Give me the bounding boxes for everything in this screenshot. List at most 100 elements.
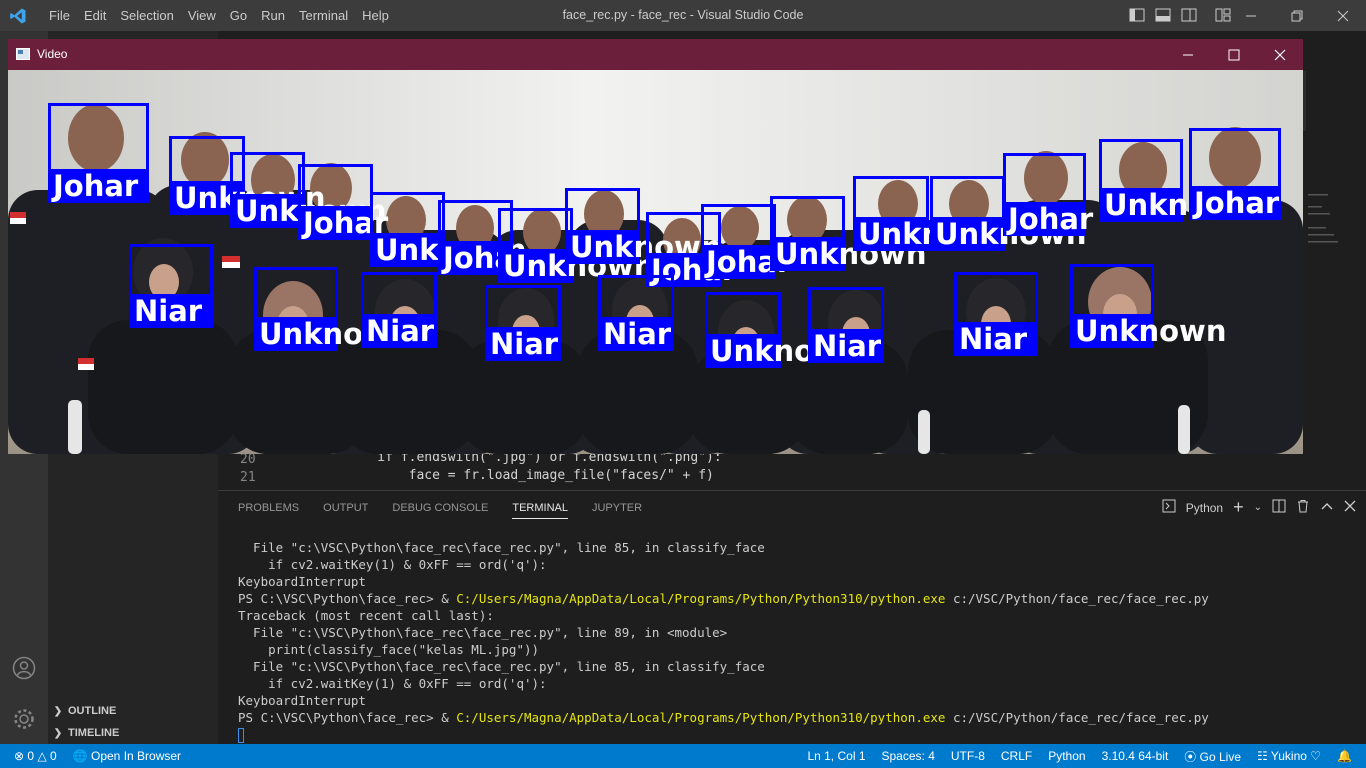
terminal-line: File "c:\VSC\Python\face_rec\face_rec.py…	[238, 539, 1358, 556]
face-box: Unknown	[1070, 264, 1227, 348]
panel-actions: Python + ⌄	[1162, 497, 1356, 518]
menu-help[interactable]: Help	[355, 8, 396, 23]
status-right: Ln 1, Col 1 Spaces: 4 UTF-8 CRLF Python …	[807, 744, 1352, 768]
outline-section[interactable]: ❯ OUTLINE	[48, 700, 218, 722]
status-bar: ⊗ 0 △ 0 🌐 Open In Browser Ln 1, Col 1 Sp…	[0, 744, 1366, 768]
encoding[interactable]: UTF-8	[951, 749, 985, 763]
tab-output[interactable]: OUTPUT	[323, 502, 368, 514]
menu-edit[interactable]: Edit	[77, 8, 113, 23]
python-interpreter[interactable]: 3.10.4 64-bit	[1102, 749, 1169, 763]
restore-icon[interactable]	[1274, 0, 1320, 31]
trash-icon[interactable]	[1296, 499, 1310, 516]
terminal-exe-path: C:/Users/Magna/AppData/Local/Programs/Py…	[456, 710, 946, 725]
user-status[interactable]: ☷ Yukino ♡	[1257, 749, 1321, 763]
warning-count: 0	[50, 749, 57, 763]
outline-label: OUTLINE	[68, 705, 117, 717]
language-mode[interactable]: Python	[1048, 749, 1085, 763]
face-box: Niar	[129, 244, 213, 328]
face-box: Niar	[598, 275, 674, 351]
face-label: Unknown	[1075, 314, 1227, 348]
video-titlebar[interactable]: Video	[8, 39, 1303, 70]
warning-icon: △	[37, 749, 47, 763]
open-in-browser-status[interactable]: 🌐 Open In Browser	[73, 749, 181, 763]
split-terminal-icon[interactable]	[1272, 499, 1286, 516]
face-box: Johar	[701, 204, 791, 279]
chevron-down-icon[interactable]: ⌄	[1254, 502, 1262, 513]
globe-icon: 🌐	[72, 749, 88, 763]
vscode-logo-icon	[10, 8, 26, 24]
bell-icon[interactable]: 🔔	[1337, 749, 1352, 763]
status-left: ⊗ 0 △ 0 🌐 Open In Browser	[14, 744, 181, 768]
go-live-status[interactable]: ⦿ Go Live	[1184, 748, 1241, 765]
terminal-text: File "c:\VSC\Python\face_rec\face_rec.py…	[238, 659, 765, 674]
menu-file[interactable]: File	[42, 8, 77, 23]
new-terminal-icon[interactable]: +	[1233, 497, 1244, 518]
go-live-label: Go Live	[1199, 749, 1242, 764]
cursor-position[interactable]: Ln 1, Col 1	[807, 749, 865, 763]
menu-terminal[interactable]: Terminal	[292, 8, 355, 23]
error-icon: ⊗	[14, 749, 25, 763]
maximize-icon[interactable]	[1211, 39, 1257, 70]
face-box: Unknown	[230, 152, 387, 228]
terminal-text: if cv2.waitKey(1) & 0xFF == ord('q'):	[238, 676, 547, 691]
terminal-text: print(classify_face("kelas ML.jpg"))	[238, 642, 540, 657]
accounts-icon[interactable]	[12, 656, 36, 684]
tab-terminal[interactable]: TERMINAL	[512, 502, 568, 519]
line-ending[interactable]: CRLF	[1001, 749, 1032, 763]
minimize-icon[interactable]	[1228, 0, 1274, 31]
terminal-line: PS C:\VSC\Python\face_rec> & C:/Users/Ma…	[238, 709, 1358, 726]
menu-run[interactable]: Run	[254, 8, 292, 23]
terminal-line: KeyboardInterrupt	[238, 573, 1358, 590]
terminal-line: File "c:\VSC\Python\face_rec\face_rec.py…	[238, 658, 1358, 675]
face-box: Johar	[1189, 128, 1281, 220]
terminal-profile-icon	[1162, 499, 1176, 516]
terminal-arg: c:/VSC/Python/face_rec/face_rec.py	[945, 710, 1209, 725]
menu-selection[interactable]: Selection	[113, 8, 180, 23]
close-panel-icon[interactable]	[1344, 500, 1356, 515]
face-box: Unknown	[853, 176, 1010, 251]
tab-jupyter[interactable]: JUPYTER	[592, 502, 642, 514]
terminal-output[interactable]: File "c:\VSC\Python\face_rec\face_rec.py…	[238, 539, 1358, 743]
terminal-profile-label[interactable]: Python	[1186, 501, 1223, 515]
video-window[interactable]: Video Johar Johar Johar Unknown Unknown …	[8, 39, 1303, 454]
toggle-sidebar-icon[interactable]	[1128, 6, 1146, 24]
terminal-cursor	[238, 728, 244, 743]
face-box: Unknown	[1099, 139, 1256, 222]
terminal-text: KeyboardInterrupt	[238, 574, 366, 589]
face-box: Niar	[954, 272, 1038, 356]
line-number: 21	[240, 470, 256, 485]
layout-controls	[1128, 6, 1232, 24]
maximize-panel-icon[interactable]	[1320, 499, 1334, 516]
indentation[interactable]: Spaces: 4	[882, 749, 935, 763]
face-box: Niar	[361, 272, 437, 348]
face-label: Niar	[134, 294, 203, 328]
code-line[interactable]: face = fr.load_image_file("faces/" + f)	[346, 468, 714, 483]
minimap-preview	[1300, 71, 1338, 243]
video-frame: JoharUnknownUnknownJoharUnknownJoharUnkn…	[8, 70, 1303, 454]
toggle-secondary-sidebar-icon[interactable]	[1180, 6, 1198, 24]
problems-status[interactable]: ⊗ 0 △ 0	[14, 749, 57, 763]
line-number: 20	[240, 452, 256, 467]
terminal-text: File "c:\VSC\Python\face_rec\face_rec.py…	[238, 540, 765, 555]
open-in-browser-label: Open In Browser	[91, 749, 182, 763]
close-icon[interactable]	[1257, 39, 1303, 70]
tab-debug-console[interactable]: DEBUG CONSOLE	[392, 502, 488, 514]
toggle-panel-icon[interactable]	[1154, 6, 1172, 24]
terminal-line: print(classify_face("kelas ML.jpg"))	[238, 641, 1358, 658]
tab-problems[interactable]: PROBLEMS	[238, 502, 299, 514]
minimize-icon[interactable]	[1165, 39, 1211, 70]
menu-go[interactable]: Go	[223, 8, 254, 23]
close-icon[interactable]	[1320, 0, 1366, 31]
heart-icon: ♡	[1310, 749, 1322, 763]
video-window-title: Video	[37, 47, 68, 61]
terminal-line: KeyboardInterrupt	[238, 692, 1358, 709]
broadcast-icon: ⦿	[1184, 749, 1197, 764]
gear-icon[interactable]	[12, 707, 36, 735]
terminal-line: File "c:\VSC\Python\face_rec\face_rec.py…	[238, 624, 1358, 641]
face-label: Niar	[813, 329, 882, 363]
minimap[interactable]	[1300, 31, 1366, 490]
face-label: Niar	[490, 327, 559, 361]
timeline-section[interactable]: ❯ TIMELINE	[48, 722, 218, 744]
menu-view[interactable]: View	[181, 8, 223, 23]
person-icon: ☷	[1257, 749, 1268, 763]
